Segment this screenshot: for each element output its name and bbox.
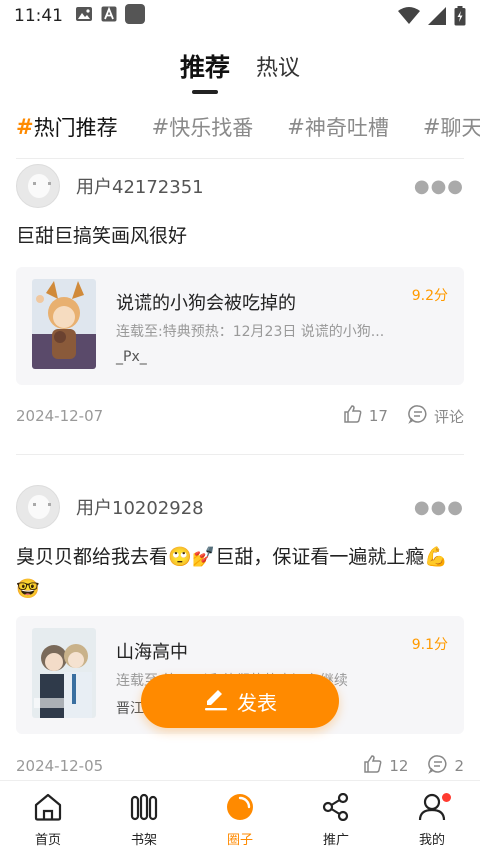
post-date: 2024-12-07 <box>16 407 104 425</box>
post-header: 用户42172351 ●●● <box>16 162 464 210</box>
like-button[interactable]: 12 <box>363 754 408 778</box>
wifi-icon <box>398 7 420 29</box>
post-text: 臭贝贝都给我去看🙄💅巨甜，保证看一遍就上瘾💪🤓 <box>16 546 448 600</box>
comment-button[interactable]: 评论 <box>408 404 464 428</box>
book-title: 说谎的小狗会被吃掉的 <box>116 293 296 314</box>
tag-hash: # <box>287 115 305 139</box>
tag-hash: # <box>422 115 441 139</box>
tag-label: 聊天 <box>440 116 480 140</box>
post-actions: 17 评论 <box>343 402 464 430</box>
nav-label: 推广 <box>322 833 349 848</box>
nav-home[interactable]: 首页 <box>0 781 96 853</box>
pencil-icon <box>203 687 229 715</box>
comment-count: 2 <box>454 757 464 775</box>
thumbs-up-icon <box>363 754 383 778</box>
notification-dot <box>442 793 451 802</box>
nav-label: 我的 <box>418 833 445 848</box>
nav-profile[interactable]: 我的 <box>384 781 480 853</box>
comment-button[interactable]: 2 <box>428 754 464 778</box>
comment-icon <box>428 754 448 778</box>
publish-label: 发表 <box>237 690 277 715</box>
tag-label: 神奇吐槽 <box>304 116 389 140</box>
nav-label: 首页 <box>34 833 61 848</box>
book-title: 山海高中 <box>116 642 188 663</box>
nav-circle[interactable]: 圈子 <box>192 781 288 853</box>
tab-recommend[interactable]: 推荐 <box>180 42 230 90</box>
post-text: 巨甜巨搞笑画风很好 <box>16 225 188 247</box>
status-bar: 11:41 <box>0 0 480 32</box>
username[interactable]: 用户10202928 <box>76 494 204 520</box>
book-score: 9.1分 <box>411 637 448 653</box>
divider <box>16 158 464 159</box>
top-tabs: 推荐 热议 <box>0 42 480 98</box>
book-cover <box>32 628 96 718</box>
comment-icon <box>408 404 428 428</box>
comment-label: 评论 <box>433 407 464 426</box>
notification-icons <box>75 4 145 28</box>
more-options-icon[interactable]: ●●● <box>414 497 464 518</box>
like-count: 12 <box>389 757 409 775</box>
tag-hash: # <box>151 115 170 139</box>
tab-hot-discussion[interactable]: 热议 <box>256 42 300 90</box>
tag-chat[interactable]: # 聊天 <box>423 106 480 148</box>
book-card[interactable]: 说谎的小狗会被吃掉的 9.2分 连载至:特典预热：12月23日 说谎的小狗...… <box>16 267 464 385</box>
tag-magic-roast[interactable]: # 神奇吐槽 <box>287 106 389 148</box>
post-header: 用户10202928 ●●● <box>16 483 464 531</box>
like-count: 17 <box>368 407 388 425</box>
font-notification-icon <box>101 6 117 26</box>
tag-label: 热门推荐 <box>33 116 118 140</box>
post-footer: 2024-12-05 12 2 <box>16 752 464 780</box>
publish-button[interactable]: 发表 <box>141 674 339 728</box>
book-cover <box>32 279 96 369</box>
battery-icon <box>454 6 466 30</box>
book-author: 晋江 <box>116 701 144 717</box>
avatar[interactable] <box>16 164 60 208</box>
post-footer: 2024-12-07 17 评论 <box>16 402 464 430</box>
share-icon <box>321 792 351 825</box>
book-score: 9.2分 <box>411 288 448 304</box>
book-update-status: 连载至:特典预热：12月23日 说谎的小狗... <box>116 324 385 340</box>
like-button[interactable]: 17 <box>343 404 388 428</box>
username[interactable]: 用户42172351 <box>76 173 204 199</box>
post-card: 用户42172351 ●●● 巨甜巨搞笑画风很好 说谎的小狗会被吃掉的 9.2分… <box>0 162 480 452</box>
tag-hash: # <box>16 115 34 139</box>
nav-bookshelf[interactable]: 书架 <box>96 781 192 853</box>
nav-promote[interactable]: 推广 <box>288 781 384 853</box>
thumbs-up-icon <box>343 404 363 428</box>
image-notification-icon <box>75 6 93 26</box>
post-date: 2024-12-05 <box>16 757 104 775</box>
book-author: _Px_ <box>116 349 147 365</box>
more-options-icon[interactable]: ●●● <box>414 176 464 197</box>
home-icon <box>33 793 63 825</box>
tag-label: 快乐找番 <box>169 116 254 140</box>
signal-icon <box>428 7 446 29</box>
nav-label: 书架 <box>130 833 157 848</box>
app-notification-icon <box>125 4 145 28</box>
nav-label: 圈子 <box>226 833 253 848</box>
status-time: 11:41 <box>14 6 63 26</box>
bookshelf-icon <box>129 793 159 825</box>
tag-happy-find[interactable]: # 快乐找番 <box>152 106 254 148</box>
bottom-nav: 首页 书架 圈子 推广 我的 <box>0 780 480 853</box>
post-card: 用户10202928 ●●● 臭贝贝都给我去看🙄💅巨甜，保证看一遍就上瘾💪🤓 山… <box>0 483 480 783</box>
circle-icon <box>225 793 255 825</box>
post-actions: 12 2 <box>363 752 464 780</box>
tag-hot-recommend[interactable]: # 热门推荐 <box>16 106 118 148</box>
divider <box>16 454 464 455</box>
topic-tag-row: # 热门推荐 # 快乐找番 # 神奇吐槽 # 聊天 <box>16 106 480 148</box>
avatar[interactable] <box>16 485 60 529</box>
system-status-icons <box>398 6 466 30</box>
